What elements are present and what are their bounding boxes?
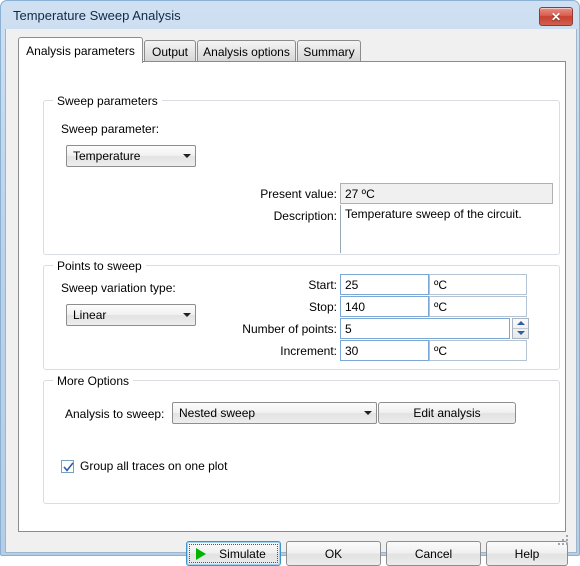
play-icon (196, 547, 206, 560)
number-of-points-label: Number of points: (242, 322, 337, 336)
ok-button[interactable]: OK (286, 541, 381, 566)
dialog-body: Analysis parameters Output Analysis opti… (5, 29, 577, 566)
edit-analysis-label: Edit analysis (413, 406, 481, 420)
start-input[interactable]: 25 (340, 274, 429, 295)
stop-label: Stop: (308, 300, 337, 314)
description-field[interactable]: Temperature sweep of the circuit. (340, 205, 553, 253)
close-icon: ✕ (550, 9, 562, 24)
increment-input[interactable]: 30 (340, 340, 429, 361)
group-title: Sweep parameters (53, 94, 162, 108)
tab-label: Analysis parameters (26, 43, 135, 58)
present-value-field: 27 ºC (340, 183, 553, 204)
group-more-options: More Options Analysis to sweep: Nested s… (43, 374, 560, 504)
group-traces-label: Group all traces on one plot (80, 459, 228, 473)
tab-panel-analysis-parameters: Sweep parameters Sweep parameter: Temper… (18, 61, 566, 532)
tab-analysis-options[interactable]: Analysis options (197, 40, 296, 62)
tab-analysis-parameters[interactable]: Analysis parameters (18, 37, 143, 63)
group-title: Points to sweep (53, 259, 146, 273)
sweep-parameter-label: Sweep parameter: (61, 122, 160, 136)
group-traces-checkbox-row[interactable]: Group all traces on one plot (61, 459, 227, 473)
start-unit: ºC (429, 274, 527, 295)
tab-label: Output (151, 44, 189, 59)
close-button[interactable]: ✕ (539, 7, 573, 26)
number-of-points-input[interactable]: 5 (340, 318, 510, 339)
cancel-button[interactable]: Cancel (386, 541, 481, 566)
tab-summary[interactable]: Summary (297, 40, 361, 62)
help-label: Help (514, 546, 540, 561)
tab-label: Analysis options (203, 44, 290, 59)
stepper-up-icon[interactable] (513, 319, 528, 329)
stepper-down-icon[interactable] (513, 329, 528, 339)
edit-analysis-button[interactable]: Edit analysis (378, 402, 516, 424)
description-label: Description: (273, 209, 337, 223)
sweep-variation-type-value: Linear (73, 308, 107, 322)
chevron-down-icon (178, 146, 195, 166)
start-label: Start: (308, 278, 337, 292)
increment-label: Increment: (280, 344, 337, 358)
sweep-variation-type-combo[interactable]: Linear (66, 304, 196, 326)
dialog-window: Temperature Sweep Analysis ✕ Analysis pa… (0, 0, 580, 566)
chevron-down-icon (178, 305, 195, 325)
sweep-parameter-value: Temperature (73, 149, 141, 163)
checkbox-icon[interactable] (61, 459, 74, 473)
sweep-variation-type-label: Sweep variation type: (61, 281, 176, 295)
chevron-down-icon (359, 403, 376, 423)
window-title: Temperature Sweep Analysis (13, 8, 181, 23)
analysis-to-sweep-combo[interactable]: Nested sweep (172, 402, 377, 424)
stop-input[interactable]: 140 (340, 296, 429, 317)
help-button[interactable]: Help (486, 541, 568, 566)
increment-unit: ºC (429, 340, 527, 361)
number-of-points-stepper[interactable] (512, 318, 529, 339)
tab-output[interactable]: Output (144, 40, 196, 62)
analysis-to-sweep-value: Nested sweep (179, 406, 256, 420)
stop-unit: ºC (429, 296, 527, 317)
tab-label: Summary (303, 44, 355, 59)
simulate-button[interactable]: Simulate (186, 541, 281, 566)
group-points-to-sweep: Points to sweep Sweep variation type: Li… (43, 259, 560, 370)
group-sweep-parameters: Sweep parameters Sweep parameter: Temper… (43, 94, 560, 255)
sweep-parameter-combo[interactable]: Temperature (66, 145, 196, 167)
ok-label: OK (324, 546, 343, 561)
tab-strip: Analysis parameters Output Analysis opti… (18, 37, 566, 63)
title-bar: Temperature Sweep Analysis ✕ (2, 2, 580, 30)
resize-grip[interactable] (558, 535, 570, 547)
cancel-label: Cancel (414, 546, 453, 561)
present-value-label: Present value: (260, 187, 337, 201)
analysis-to-sweep-label: Analysis to sweep: (65, 407, 165, 421)
group-title: More Options (53, 374, 134, 388)
